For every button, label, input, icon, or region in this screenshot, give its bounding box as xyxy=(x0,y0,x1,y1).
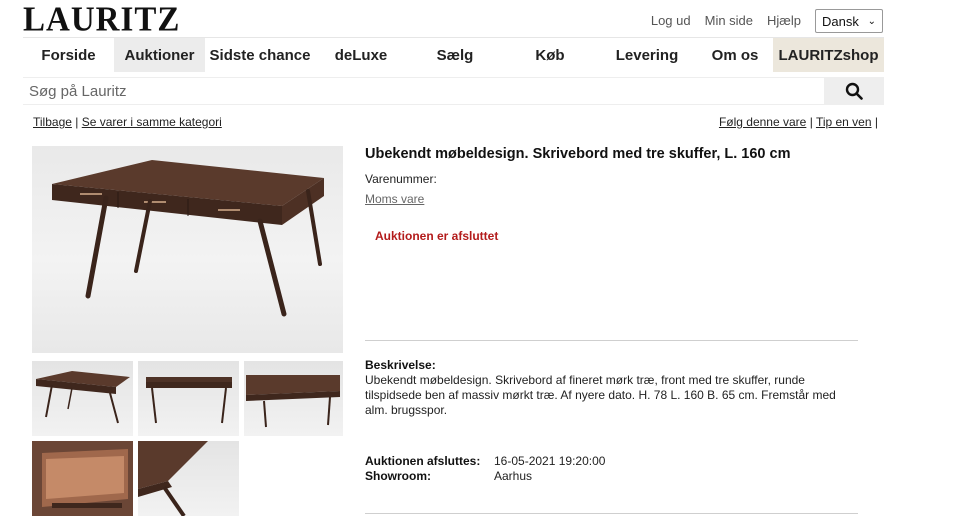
thumbnail-5[interactable] xyxy=(138,441,239,516)
lauritz-logo[interactable]: LAURITZ xyxy=(23,1,180,40)
search-icon xyxy=(845,82,863,100)
auction-end-label: Auktionen afsluttes: xyxy=(365,454,481,468)
my-page-link[interactable]: Min side xyxy=(705,9,753,33)
back-link[interactable]: Tilbage xyxy=(33,115,72,129)
search-button[interactable] xyxy=(824,78,884,104)
showroom-value: Aarhus xyxy=(494,469,533,483)
top-links: Log ud Min side Hjælp Dansk ⌄ xyxy=(651,9,883,33)
language-select[interactable]: Dansk ⌄ xyxy=(815,9,883,33)
description-label: Beskrivelse: xyxy=(365,358,436,372)
thumbnail-4[interactable] xyxy=(32,441,133,516)
item-title: Ubekendt møbeldesign. Skrivebord med tre… xyxy=(365,146,791,162)
nav-item-saelg[interactable]: Sælg xyxy=(407,38,503,72)
nav-item-sidste-chance[interactable]: Sidste chance xyxy=(205,38,315,72)
search-input[interactable]: Søg på Lauritz xyxy=(23,78,824,104)
thumbnail-1[interactable] xyxy=(32,361,133,436)
item-actions: Følg denne vare | Tip en ven | xyxy=(719,115,878,129)
nav-item-deluxe[interactable]: deLuxe xyxy=(315,38,407,72)
chevron-down-icon: ⌄ xyxy=(867,15,876,27)
actions-separator-end: | xyxy=(874,115,878,129)
tip-friend-link[interactable]: Tip en ven xyxy=(816,115,872,129)
nav-item-lauritzshop[interactable]: LAURITZshop xyxy=(773,38,884,72)
thumbnail-2[interactable] xyxy=(138,361,239,436)
auction-end-value: 16-05-2021 19:20:00 xyxy=(494,454,606,468)
breadcrumb: Tilbage | Se varer i samme kategori xyxy=(33,115,222,129)
logout-link[interactable]: Log ud xyxy=(651,9,691,33)
thumbnail-3[interactable] xyxy=(244,361,343,436)
search-bar: Søg på Lauritz xyxy=(23,77,884,105)
main-product-image[interactable] xyxy=(32,146,343,353)
auction-status: Auktionen er afsluttet xyxy=(375,229,499,243)
description-text: Ubekendt møbeldesign. Skrivebord af fine… xyxy=(365,373,836,417)
actions-separator: | xyxy=(809,115,813,129)
showroom-label: Showroom: xyxy=(365,469,431,483)
nav-item-forside[interactable]: Forside xyxy=(23,38,114,72)
follow-item-link[interactable]: Følg denne vare xyxy=(719,115,806,129)
divider-bottom xyxy=(365,513,858,514)
nav-item-levering[interactable]: Levering xyxy=(597,38,697,72)
language-value: Dansk xyxy=(822,13,859,29)
breadcrumb-separator: | xyxy=(75,115,79,129)
nav-item-om-os[interactable]: Om os xyxy=(697,38,773,72)
nav-item-koeb[interactable]: Køb xyxy=(503,38,597,72)
same-category-link[interactable]: Se varer i samme kategori xyxy=(82,115,222,129)
main-nav: Forside Auktioner Sidste chance deLuxe S… xyxy=(23,37,884,72)
nav-item-auktioner[interactable]: Auktioner xyxy=(114,38,205,72)
item-number-label: Varenummer: xyxy=(365,172,437,186)
divider xyxy=(365,340,858,341)
help-link[interactable]: Hjælp xyxy=(767,9,801,33)
vat-link[interactable]: Moms vare xyxy=(365,192,424,206)
